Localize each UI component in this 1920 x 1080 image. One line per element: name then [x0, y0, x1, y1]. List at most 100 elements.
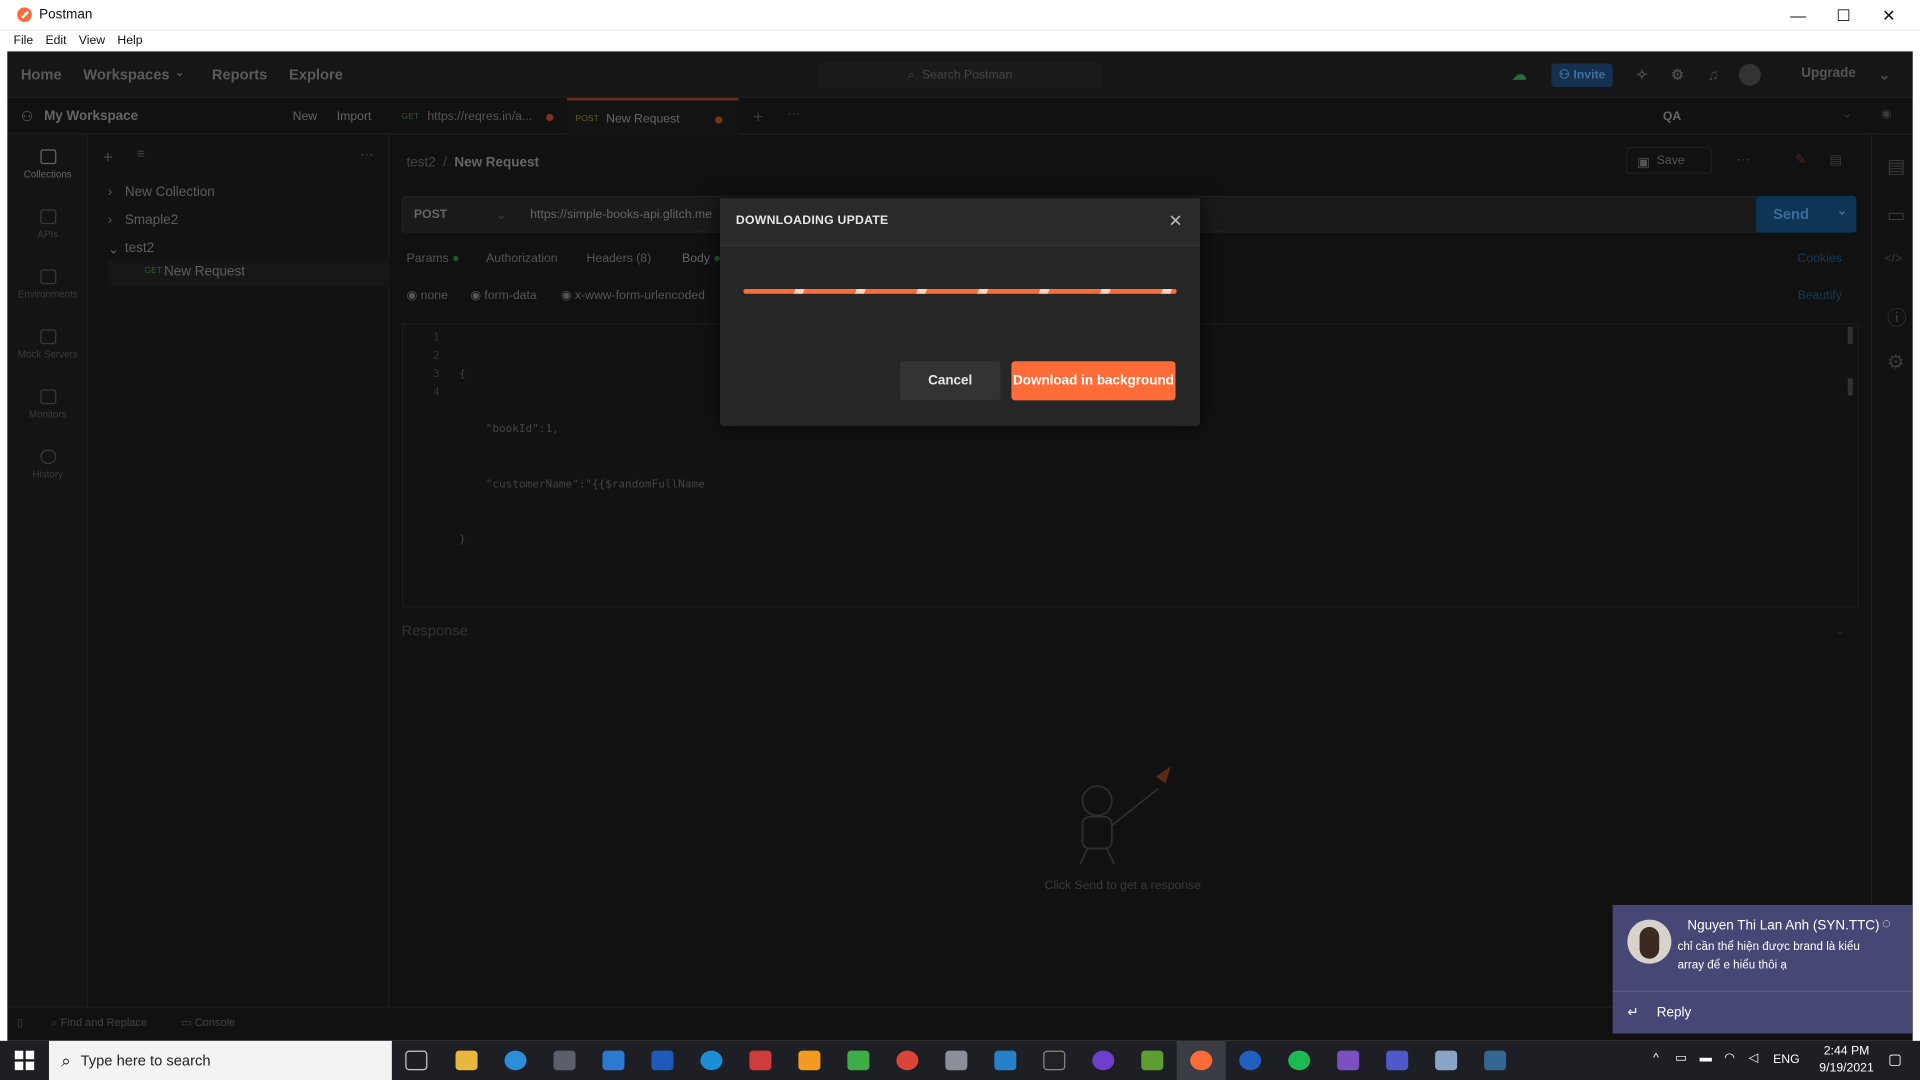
upgrade-button[interactable]: Upgrade [1801, 66, 1856, 81]
chevron-down-icon[interactable]: ⌄ [496, 207, 507, 223]
teamviewer-icon[interactable] [700, 1050, 723, 1071]
app-icon[interactable] [847, 1050, 870, 1071]
cancel-button[interactable]: Cancel [900, 361, 1001, 401]
search-input[interactable]: ⌕ Search Postman [817, 62, 1103, 89]
edge-icon[interactable] [504, 1050, 527, 1071]
postman-icon[interactable] [1190, 1050, 1213, 1071]
filter-icon[interactable]: ≡ [137, 147, 145, 162]
clock-date[interactable]: 9/19/2021 [1807, 1062, 1885, 1075]
sidebar-item-collections[interactable]: Collections [7, 149, 88, 180]
save-button[interactable]: ▣ Save [1626, 146, 1712, 174]
find-replace-button[interactable]: ⌕ Find and Replace [51, 1016, 147, 1029]
eye-icon[interactable]: ◉ [1881, 108, 1892, 121]
sidebar-toggle-icon[interactable]: ▯ [17, 1016, 23, 1029]
tab-headers[interactable]: Headers (8) [587, 252, 652, 265]
close-icon[interactable]: ✕ [1166, 211, 1186, 231]
tree-item[interactable]: ⌄ test2 [108, 241, 154, 257]
menu-view[interactable]: View [79, 34, 105, 47]
radio-none[interactable]: ◉ none [407, 289, 448, 302]
plus-icon[interactable]: + [103, 147, 113, 167]
sidebar-item-apis[interactable]: APIs [7, 209, 88, 240]
url-input[interactable]: https://simple-books-api.glitch.me [530, 208, 712, 221]
invite-button[interactable]: ⚇ Invite [1551, 63, 1613, 87]
send-button[interactable]: Send ⌄ [1755, 195, 1857, 233]
vscode-icon[interactable] [994, 1050, 1017, 1071]
edit-icon[interactable]: ✎ [1795, 152, 1806, 168]
environment-select[interactable]: QA [1663, 110, 1681, 123]
taskbar-search-input[interactable]: ⌕ Type here to search [48, 1040, 392, 1080]
reply-button[interactable]: ↵ Reply [1612, 990, 1913, 1034]
spotify-icon[interactable] [1288, 1050, 1311, 1071]
menu-edit[interactable]: Edit [45, 34, 66, 47]
tree-item[interactable]: › New Collection [108, 185, 215, 200]
method-select[interactable]: POST [414, 208, 447, 221]
more-icon[interactable]: ⋯ [360, 147, 373, 163]
scrollbar-thumb[interactable] [1847, 378, 1853, 396]
code-icon[interactable]: </> [1885, 252, 1903, 265]
teams-icon[interactable] [1386, 1050, 1409, 1071]
chevron-down-icon[interactable]: ⌄ [1876, 66, 1893, 83]
app-icon[interactable] [1141, 1050, 1164, 1071]
nav-explore[interactable]: Explore [289, 66, 343, 83]
tree-item-request[interactable]: GET New Request [107, 259, 390, 287]
sidebar-item-mock-servers[interactable]: Mock Servers [7, 329, 88, 360]
tab-body[interactable]: Body ● [682, 252, 721, 265]
mail-icon[interactable] [602, 1050, 625, 1071]
sidebar-item-monitors[interactable]: Monitors [7, 389, 88, 420]
new-button[interactable]: New [293, 110, 318, 123]
app-icon[interactable] [1435, 1050, 1458, 1071]
windows-start-button[interactable] [0, 1041, 49, 1080]
maximize-button[interactable]: ☐ [1821, 0, 1866, 31]
sidebar-item-environments[interactable]: Environments [7, 269, 88, 300]
battery-icon[interactable]: ▬ [1700, 1052, 1712, 1065]
settings-icon[interactable]: ⚙ [1887, 350, 1905, 374]
tab-get[interactable]: GET https://reqres.in/a... [402, 98, 561, 135]
info-icon[interactable]: ⓘ [1887, 301, 1907, 330]
nav-reports[interactable]: Reports [212, 66, 268, 83]
comments-icon[interactable]: ▭ [1887, 203, 1906, 227]
new-tab-plus-icon[interactable]: + [753, 107, 763, 127]
visual-studio-icon[interactable] [1337, 1050, 1360, 1071]
sidebar-item-history[interactable]: History [7, 449, 88, 480]
devtools-icon[interactable] [651, 1050, 674, 1071]
download-in-background-button[interactable]: Download in background [1011, 361, 1176, 401]
chrome-icon[interactable] [896, 1050, 919, 1071]
radio-urlencoded[interactable]: ◉ x-www-form-urlencoded [561, 289, 705, 302]
tab-post[interactable]: POST New Request [566, 97, 739, 135]
menu-help[interactable]: Help [117, 34, 142, 47]
nav-home[interactable]: Home [21, 66, 62, 83]
menu-file[interactable]: File [13, 34, 33, 47]
bell-icon[interactable]: ♫ [1705, 66, 1722, 83]
chevron-down-icon[interactable]: ⌄ [1837, 204, 1847, 217]
wifi-icon[interactable]: ◠ [1724, 1052, 1735, 1065]
cookies-link[interactable]: Cookies [1798, 252, 1842, 265]
volume-icon[interactable]: ◁ [1749, 1052, 1758, 1065]
app-icon[interactable] [798, 1050, 821, 1071]
file-explorer-icon[interactable] [455, 1050, 478, 1071]
chevron-down-icon[interactable]: ⌄ [1834, 622, 1845, 638]
chevron-up-icon[interactable]: ^ [1653, 1052, 1659, 1065]
github-icon[interactable] [1092, 1050, 1115, 1071]
more-tabs-icon[interactable]: ⋯ [787, 108, 799, 121]
satellite-icon[interactable]: ✧ [1633, 66, 1650, 83]
scrollbar-thumb[interactable] [1847, 326, 1853, 345]
workspace-name[interactable]: My Workspace [44, 109, 138, 124]
more-icon[interactable]: ⋯ [1736, 152, 1749, 168]
tab-params[interactable]: Params ● [407, 252, 460, 265]
comment-icon[interactable]: ▤ [1829, 152, 1842, 168]
import-button[interactable]: Import [337, 110, 372, 123]
app-icon[interactable] [749, 1050, 772, 1071]
device-icon[interactable]: ▭ [1675, 1052, 1687, 1065]
app-icon[interactable] [1239, 1050, 1262, 1071]
beautify-link[interactable]: Beautify [1798, 289, 1842, 302]
teams-notification[interactable]: Nguyen Thi Lan Anh (SYN.TTC) ◌ chỉ cần t… [1612, 904, 1913, 1034]
console-button[interactable]: ▭ Console [181, 1016, 235, 1029]
task-view-icon[interactable] [405, 1050, 428, 1071]
close-window-button[interactable]: ✕ [1866, 0, 1911, 31]
store-icon[interactable] [553, 1050, 576, 1071]
chevron-down-icon[interactable]: ⌄ [1842, 108, 1852, 121]
tab-authorization[interactable]: Authorization [486, 252, 557, 265]
gear-icon[interactable]: ⚙ [1669, 66, 1686, 83]
language-indicator[interactable]: ENG [1773, 1053, 1800, 1066]
nav-workspaces[interactable]: Workspaces [83, 66, 169, 83]
